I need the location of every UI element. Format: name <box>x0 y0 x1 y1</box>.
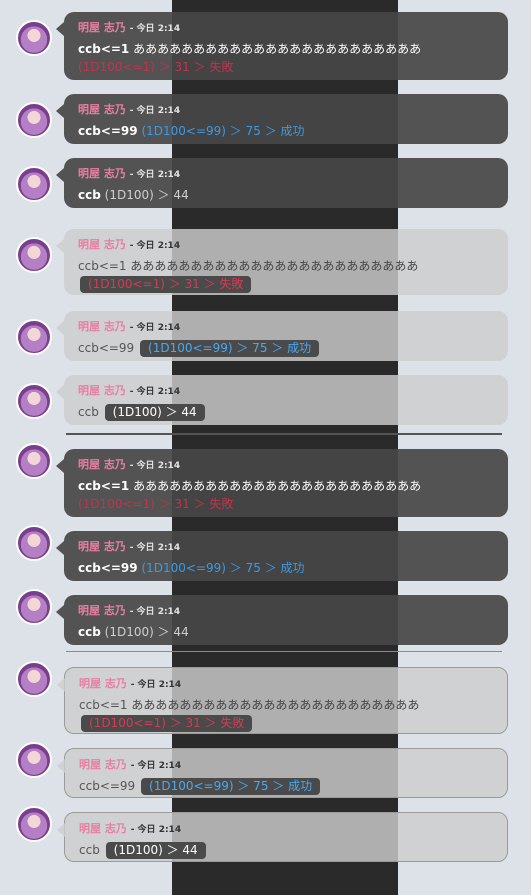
avatar[interactable] <box>16 525 52 561</box>
roll-result: (1D100) ＞ 44 <box>104 188 189 202</box>
roll-result: (1D100) ＞ 44 <box>104 404 205 421</box>
roll-result: (1D100<=99) ＞ 75 ＞ 成功 <box>141 561 305 575</box>
message-text: ああああああああああああああああああああああああ <box>131 698 420 712</box>
command-text: ccb <box>78 405 99 419</box>
command-text: ccb <box>78 625 101 639</box>
timestamp: - 今日 2:14 <box>129 387 181 397</box>
timestamp: - 今日 2:14 <box>129 170 181 180</box>
timestamp: - 今日 2:14 <box>130 825 182 835</box>
avatar[interactable] <box>16 383 52 419</box>
timestamp: - 今日 2:14 <box>129 106 181 116</box>
message-bubble: 明屋 志乃 - 今日 2:14 ccb<=99 (1D100<=99) ＞ 75… <box>56 531 508 581</box>
roll-result: (1D100<=1) ＞ 31 ＞ 失敗 <box>78 60 234 74</box>
message-bubble: 明屋 志乃 - 今日 2:14 ccb<=99 (1D100<=99) ＞ 75… <box>56 311 508 361</box>
command-text: ccb<=1 <box>78 42 130 56</box>
roll-result: (1D100<=99) ＞ 75 ＞ 成功 <box>140 340 320 357</box>
command-text: ccb<=1 <box>78 479 130 493</box>
message-text: ああああああああああああああああああああああああ <box>130 259 419 273</box>
timestamp: - 今日 2:14 <box>129 461 181 471</box>
message-bubble: 明屋 志乃 - 今日 2:14 ccb<=99 (1D100<=99) ＞ 75… <box>56 94 508 144</box>
roll-result: (1D100) ＞ 44 <box>105 842 206 859</box>
divider <box>66 433 502 435</box>
timestamp: - 今日 2:14 <box>129 24 181 34</box>
message-bubble: 明屋 志乃 - 今日 2:14 ccb (1D100) ＞ 44 <box>56 158 508 208</box>
author-name[interactable]: 明屋 志乃 <box>78 238 126 251</box>
command-text: ccb <box>78 188 101 202</box>
author-name[interactable]: 明屋 志乃 <box>79 758 127 771</box>
message-text: ああああああああああああああああああああああああ <box>133 479 422 493</box>
avatar[interactable] <box>16 742 52 778</box>
timestamp: - 今日 2:14 <box>129 543 181 553</box>
avatar[interactable] <box>16 806 52 842</box>
message-bubble: 明屋 志乃 - 今日 2:14 ccb<=99 (1D100<=99) ＞ 75… <box>57 748 508 798</box>
roll-result: (1D100<=1) ＞ 31 ＞ 失敗 <box>81 715 253 732</box>
command-text: ccb <box>79 843 100 857</box>
author-name[interactable]: 明屋 志乃 <box>78 103 126 116</box>
timestamp: - 今日 2:14 <box>130 761 182 771</box>
message-bubble: 明屋 志乃 - 今日 2:14 ccb<=1 あああああああああああああああああ… <box>56 449 508 517</box>
author-name[interactable]: 明屋 志乃 <box>78 21 126 34</box>
command-text: ccb<=99 <box>78 124 138 138</box>
author-name[interactable]: 明屋 志乃 <box>78 167 126 180</box>
roll-result: (1D100<=99) ＞ 75 ＞ 成功 <box>141 778 321 795</box>
command-text: ccb<=1 <box>78 259 127 273</box>
author-name[interactable]: 明屋 志乃 <box>78 540 126 553</box>
message-bubble: 明屋 志乃 - 今日 2:14 ccb<=1 あああああああああああああああああ… <box>57 667 508 734</box>
avatar[interactable] <box>16 166 52 202</box>
author-name[interactable]: 明屋 志乃 <box>79 677 127 690</box>
author-name[interactable]: 明屋 志乃 <box>78 458 126 471</box>
message-bubble: 明屋 志乃 - 今日 2:14 ccb (1D100) ＞ 44 <box>57 812 508 862</box>
command-text: ccb<=1 <box>79 698 128 712</box>
message-text: ああああああああああああああああああああああああ <box>133 42 422 56</box>
message-bubble: 明屋 志乃 - 今日 2:14 ccb (1D100) ＞ 44 <box>56 375 508 425</box>
command-text: ccb<=99 <box>79 779 136 793</box>
author-name[interactable]: 明屋 志乃 <box>78 604 126 617</box>
command-text: ccb<=99 <box>78 561 138 575</box>
avatar[interactable] <box>16 102 52 138</box>
timestamp: - 今日 2:14 <box>129 607 181 617</box>
timestamp: - 今日 2:14 <box>129 241 181 251</box>
message-bubble: 明屋 志乃 - 今日 2:14 ccb<=1 あああああああああああああああああ… <box>56 229 508 295</box>
timestamp: - 今日 2:14 <box>129 323 181 333</box>
roll-result: (1D100<=1) ＞ 31 ＞ 失敗 <box>78 497 234 511</box>
timestamp: - 今日 2:14 <box>130 680 182 690</box>
avatar[interactable] <box>16 443 52 479</box>
avatar[interactable] <box>16 319 52 355</box>
author-name[interactable]: 明屋 志乃 <box>79 822 127 835</box>
divider <box>66 651 502 652</box>
message-bubble: 明屋 志乃 - 今日 2:14 ccb<=1 あああああああああああああああああ… <box>56 12 508 80</box>
roll-result: (1D100) ＞ 44 <box>104 625 189 639</box>
roll-result: (1D100<=99) ＞ 75 ＞ 成功 <box>141 124 305 138</box>
avatar[interactable] <box>16 589 52 625</box>
avatar[interactable] <box>16 20 52 56</box>
avatar[interactable] <box>16 237 52 273</box>
message-bubble: 明屋 志乃 - 今日 2:14 ccb (1D100) ＞ 44 <box>56 595 508 645</box>
roll-result: (1D100<=1) ＞ 31 ＞ 失敗 <box>80 276 252 293</box>
command-text: ccb<=99 <box>78 341 135 355</box>
author-name[interactable]: 明屋 志乃 <box>78 320 126 333</box>
author-name[interactable]: 明屋 志乃 <box>78 384 126 397</box>
avatar[interactable] <box>16 661 52 697</box>
